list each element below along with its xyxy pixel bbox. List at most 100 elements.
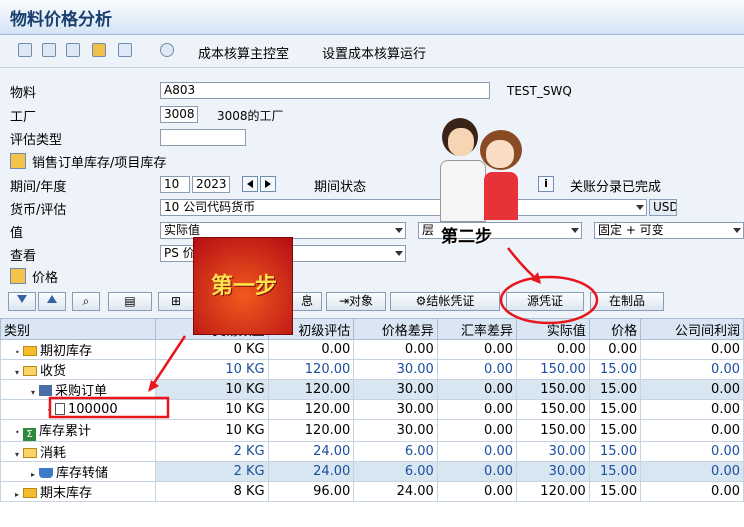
folder-icon xyxy=(23,346,37,356)
table-row[interactable]: • 期初库存 0 KG 0.00 0.00 0.00 0.00 0.00 0.00 xyxy=(0,339,744,360)
wip-button[interactable]: 在制品 xyxy=(590,292,664,311)
costing-run-link[interactable]: 设置成本核算运行 xyxy=(322,43,426,62)
price-cell: 0.00 xyxy=(588,339,642,360)
price-diff-cell: 6.00 xyxy=(353,461,438,482)
actual-cell: 0.00 xyxy=(516,339,590,360)
grid-icon[interactable] xyxy=(118,43,132,57)
tree-node-cumulative-stock[interactable]: • Σ 库存累计 xyxy=(0,419,157,442)
tree-node-beginning-stock[interactable]: • 期初库存 xyxy=(0,339,157,360)
material-input[interactable]: A803 xyxy=(160,82,490,99)
list-icon[interactable] xyxy=(42,43,56,57)
expand-all-button[interactable] xyxy=(8,292,36,311)
table-row[interactable]: ▾ 收货 10 KG 120.00 30.00 0.00 150.00 15.00… xyxy=(0,359,744,380)
price-diff-cell: 24.00 xyxy=(353,481,438,502)
period-label: 期间/年度 xyxy=(10,180,67,195)
collapse-icon[interactable]: ▾ xyxy=(15,450,23,459)
price-diff-cell: 30.00 xyxy=(353,399,438,420)
value-select-value: 实际值 xyxy=(164,223,201,237)
plant-input[interactable]: 3008 xyxy=(160,106,198,123)
next-period-button[interactable] xyxy=(260,176,276,192)
col-header-category[interactable]: 类别 xyxy=(0,318,157,340)
valuation-type-label: 评估类型 xyxy=(10,133,63,148)
collapse-all-button[interactable] xyxy=(38,292,66,311)
currency-value: 10 公司代码货币 xyxy=(164,200,256,214)
actual-cell: 150.00 xyxy=(516,419,590,442)
selection-form: 物料 A803 TEST_SWQ 工厂 3008 3008的工厂 评估类型 销售… xyxy=(0,68,744,318)
closing-status: 关账分录已完成 xyxy=(570,180,662,195)
expand-icon[interactable]: ▸ xyxy=(15,490,23,499)
qty-cell: 2 KG xyxy=(155,441,269,462)
costing-cockpit-link[interactable]: 成本核算主控室 xyxy=(198,43,289,62)
refresh-icon[interactable] xyxy=(18,43,32,57)
ic-profit-cell: 0.00 xyxy=(640,419,744,442)
actual-cell: 120.00 xyxy=(516,481,590,502)
source-doc-button[interactable]: 源凭证 xyxy=(506,292,584,311)
expand-icon[interactable]: ▸ xyxy=(31,470,39,479)
export-button[interactable]: ⊞ xyxy=(158,292,194,311)
tree-node-ending-stock[interactable]: ▸ 期末库存 xyxy=(0,481,157,502)
material-label: 物料 xyxy=(10,86,37,101)
period-input[interactable]: 10 xyxy=(160,176,190,193)
ic-profit-cell: 0.00 xyxy=(640,441,744,462)
info-button[interactable]: 息 xyxy=(292,292,322,311)
sales-stock-icon[interactable] xyxy=(10,153,26,169)
node-label: 100000 xyxy=(68,402,118,417)
fx-diff-cell: 0.00 xyxy=(436,399,518,420)
qty-cell: 0 KG xyxy=(155,339,269,360)
col-header-price-diff[interactable]: 价格差异 xyxy=(353,318,438,340)
price-diff-cell: 30.00 xyxy=(353,359,438,380)
find-icon[interactable]: ⌕ xyxy=(72,292,100,311)
bullet-icon: • xyxy=(15,348,20,357)
node-label: 库存累计 xyxy=(39,424,92,439)
object-button[interactable]: ⇥对象 xyxy=(326,292,386,311)
document-icon xyxy=(55,403,65,415)
price-cell: 15.00 xyxy=(588,419,642,442)
fixed-variable-select[interactable]: 固定 + 可变 xyxy=(594,222,744,239)
sales-stock-label: 销售订单库存/项目库存 xyxy=(32,156,167,171)
valuation-type-input[interactable] xyxy=(160,129,246,146)
fx-diff-cell: 0.00 xyxy=(436,339,518,360)
qty-cell: 10 KG xyxy=(155,419,269,442)
collapse-icon[interactable]: ▾ xyxy=(31,388,39,397)
col-header-actual[interactable]: 实际值 xyxy=(516,318,590,340)
table-row[interactable]: • 100000 10 KG 120.00 30.00 0.00 150.00 1… xyxy=(0,399,744,420)
table-row[interactable]: ▸ 期末库存 8 KG 96.00 24.00 0.00 120.00 15.00… xyxy=(0,481,744,502)
previous-period-button[interactable] xyxy=(242,176,258,192)
table-header-row: 类别 交易数量 初级评估 价格差异 汇率差异 实际值 价格 公司间利润 xyxy=(0,318,744,340)
layout-button[interactable]: ▤ xyxy=(108,292,152,311)
cartoon-figures xyxy=(436,110,526,222)
tree-node-consumption[interactable]: ▾ 消耗 xyxy=(0,441,157,462)
col-header-fx-diff[interactable]: 汇率差异 xyxy=(436,318,518,340)
table-row[interactable]: ▸ 库存转储 2 KG 24.00 6.00 0.00 30.00 15.00 0… xyxy=(0,461,744,482)
step1-label: 第一步 xyxy=(210,274,277,299)
col-header-price[interactable]: 价格 xyxy=(588,318,642,340)
hierarchy-icon[interactable] xyxy=(66,43,80,57)
folder-open-icon xyxy=(23,366,37,376)
currency-unit: USD xyxy=(649,199,677,216)
currency-select[interactable]: 10 公司代码货币 xyxy=(160,199,647,216)
application-toolbar: 成本核算主控室 设置成本核算运行 xyxy=(0,35,744,68)
layer-value: 层 xyxy=(422,223,435,237)
tree-node-po-document[interactable]: • 100000 xyxy=(0,399,157,420)
price-cell: 15.00 xyxy=(588,481,642,502)
closing-doc-button[interactable]: ⚙结帐凭证 xyxy=(390,292,500,311)
tree-node-receipts[interactable]: ▾ 收货 xyxy=(0,359,157,380)
tree-node-stock-transfer[interactable]: ▸ 库存转储 xyxy=(0,461,157,482)
table-row[interactable]: ▾ 采购订单 10 KG 120.00 30.00 0.00 150.00 15.… xyxy=(0,379,744,400)
ic-profit-cell: 0.00 xyxy=(640,359,744,380)
plant-label: 工厂 xyxy=(10,110,37,125)
primary-cell: 24.00 xyxy=(267,461,355,482)
price-section-icon[interactable] xyxy=(10,268,26,284)
table-row[interactable]: • Σ 库存累计 10 KG 120.00 30.00 0.00 150.00 15… xyxy=(0,419,744,442)
tree-node-purchase-order[interactable]: ▾ 采购订单 xyxy=(0,379,157,400)
bullet-icon: • xyxy=(15,428,20,437)
col-header-ic-profit[interactable]: 公司间利润 xyxy=(640,318,744,340)
display-icon[interactable] xyxy=(160,43,174,57)
table-row[interactable]: ▾ 消耗 2 KG 24.00 6.00 0.00 30.00 15.00 0.0… xyxy=(0,441,744,462)
year-input[interactable]: 2023 xyxy=(192,176,230,193)
collapse-icon[interactable]: ▾ xyxy=(15,368,23,377)
view-value: PS 价 xyxy=(164,246,195,260)
print-icon[interactable] xyxy=(92,43,106,57)
chevron-down-icon xyxy=(733,228,741,233)
info-icon[interactable]: i xyxy=(538,176,554,192)
